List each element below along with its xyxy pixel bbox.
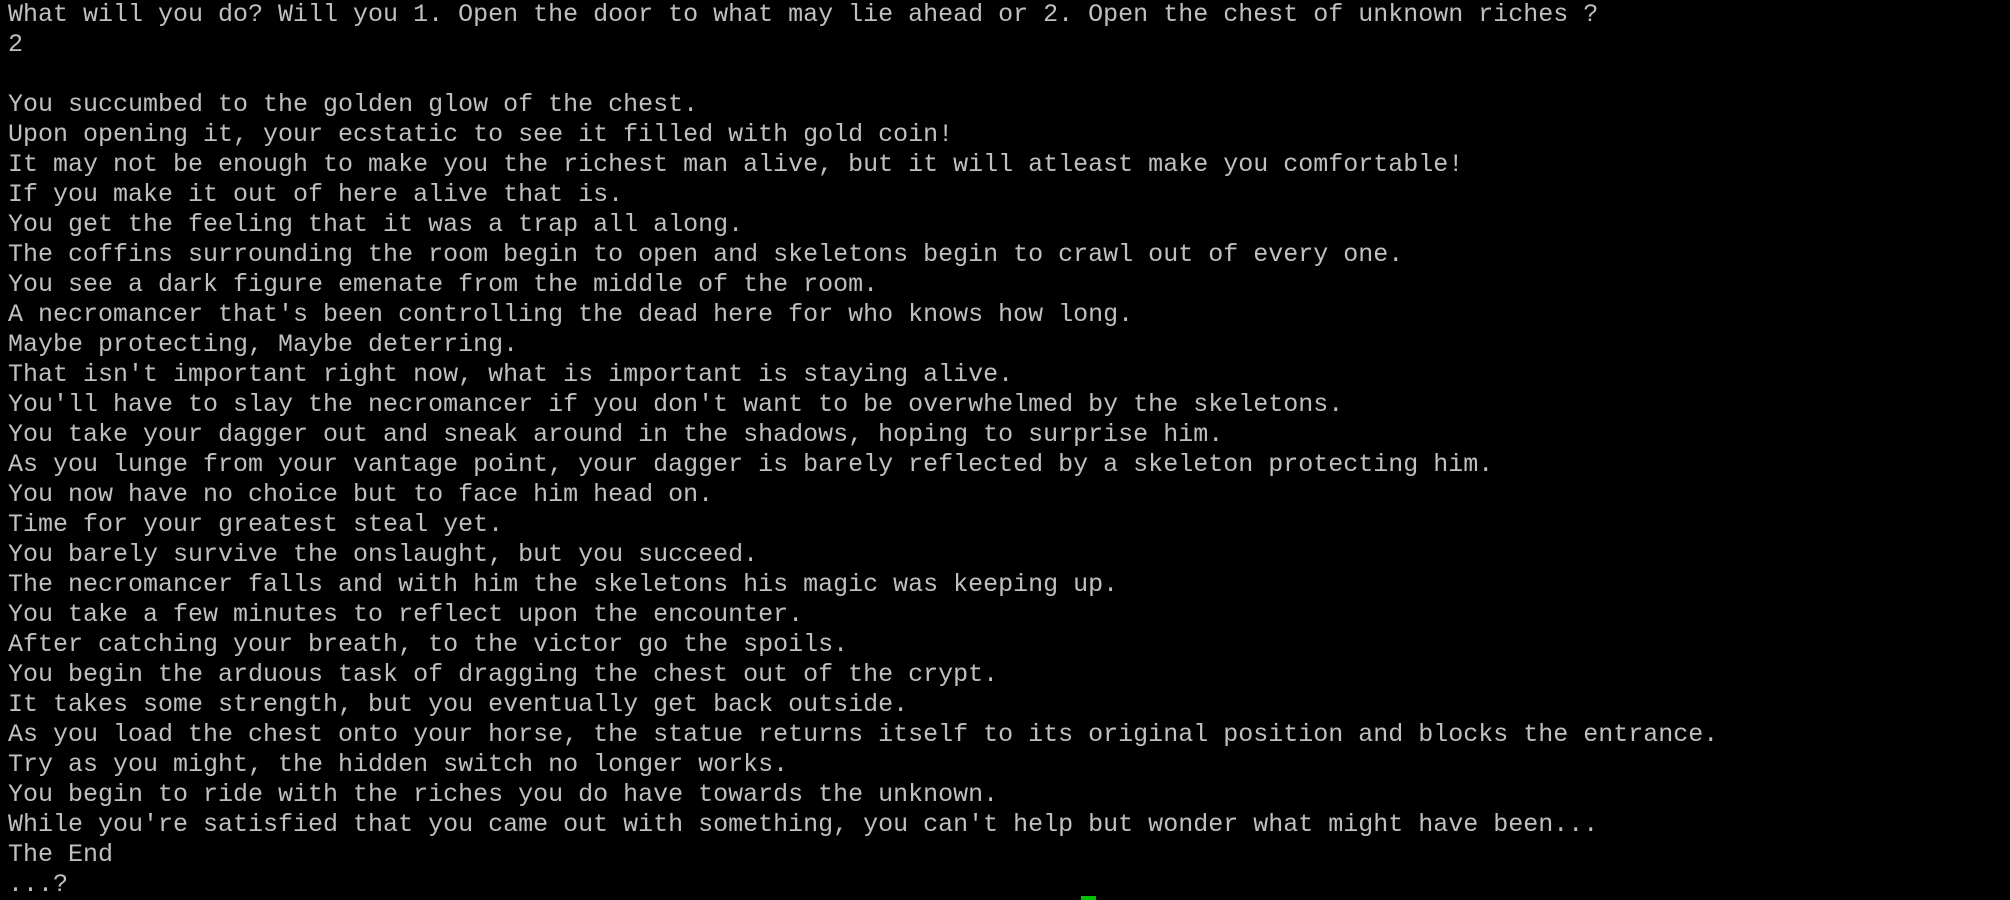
terminal-line: While you're satisfied that you came out…: [8, 810, 1599, 839]
text-cursor: [1081, 896, 1096, 900]
terminal-line: As you lunge from your vantage point, yo…: [8, 450, 1494, 479]
terminal-line: You take your dagger out and sneak aroun…: [8, 420, 1224, 449]
terminal-line: It takes some strength, but you eventual…: [8, 690, 909, 719]
terminal-line: Maybe protecting, Maybe deterring.: [8, 330, 519, 359]
terminal-line: You'll have to slay the necromancer if y…: [8, 390, 1344, 419]
terminal-line: If you make it out of here alive that is…: [8, 180, 624, 209]
terminal-line: What will you do? Will you 1. Open the d…: [8, 0, 1599, 29]
terminal-line: The coffins surrounding the room begin t…: [8, 240, 1404, 269]
terminal-line: 2: [8, 30, 24, 59]
terminal-line: ...?: [8, 870, 69, 899]
terminal-output: What will you do? Will you 1. Open the d…: [8, 0, 1718, 900]
terminal-line: It may not be enough to make you the ric…: [8, 150, 1464, 179]
terminal-line: You see a dark figure emenate from the m…: [8, 270, 879, 299]
terminal-line: As you load the chest onto your horse, t…: [8, 720, 1719, 749]
terminal-line: You begin the arduous task of dragging t…: [8, 660, 999, 689]
terminal-line: A necromancer that's been controlling th…: [8, 300, 1134, 329]
terminal-line: After catching your breath, to the victo…: [8, 630, 849, 659]
terminal-line: Upon opening it, your ecstatic to see it…: [8, 120, 954, 149]
terminal-line: The necromancer falls and with him the s…: [8, 570, 1119, 599]
terminal-line: That isn't important right now, what is …: [8, 360, 1014, 389]
terminal-line: Time for your greatest steal yet.: [8, 510, 504, 539]
terminal-line: Try as you might, the hidden switch no l…: [8, 750, 789, 779]
terminal-line: The End: [8, 840, 114, 869]
terminal-line: You succumbed to the golden glow of the …: [8, 90, 699, 119]
terminal-line: You barely survive the onslaught, but yo…: [8, 540, 759, 569]
terminal-line: You get the feeling that it was a trap a…: [8, 210, 744, 239]
terminal-line: You take a few minutes to reflect upon t…: [8, 600, 804, 629]
terminal-window[interactable]: What will you do? Will you 1. Open the d…: [0, 0, 2010, 900]
terminal-line: You now have no choice but to face him h…: [8, 480, 714, 509]
terminal-line: You begin to ride with the riches you do…: [8, 780, 999, 809]
